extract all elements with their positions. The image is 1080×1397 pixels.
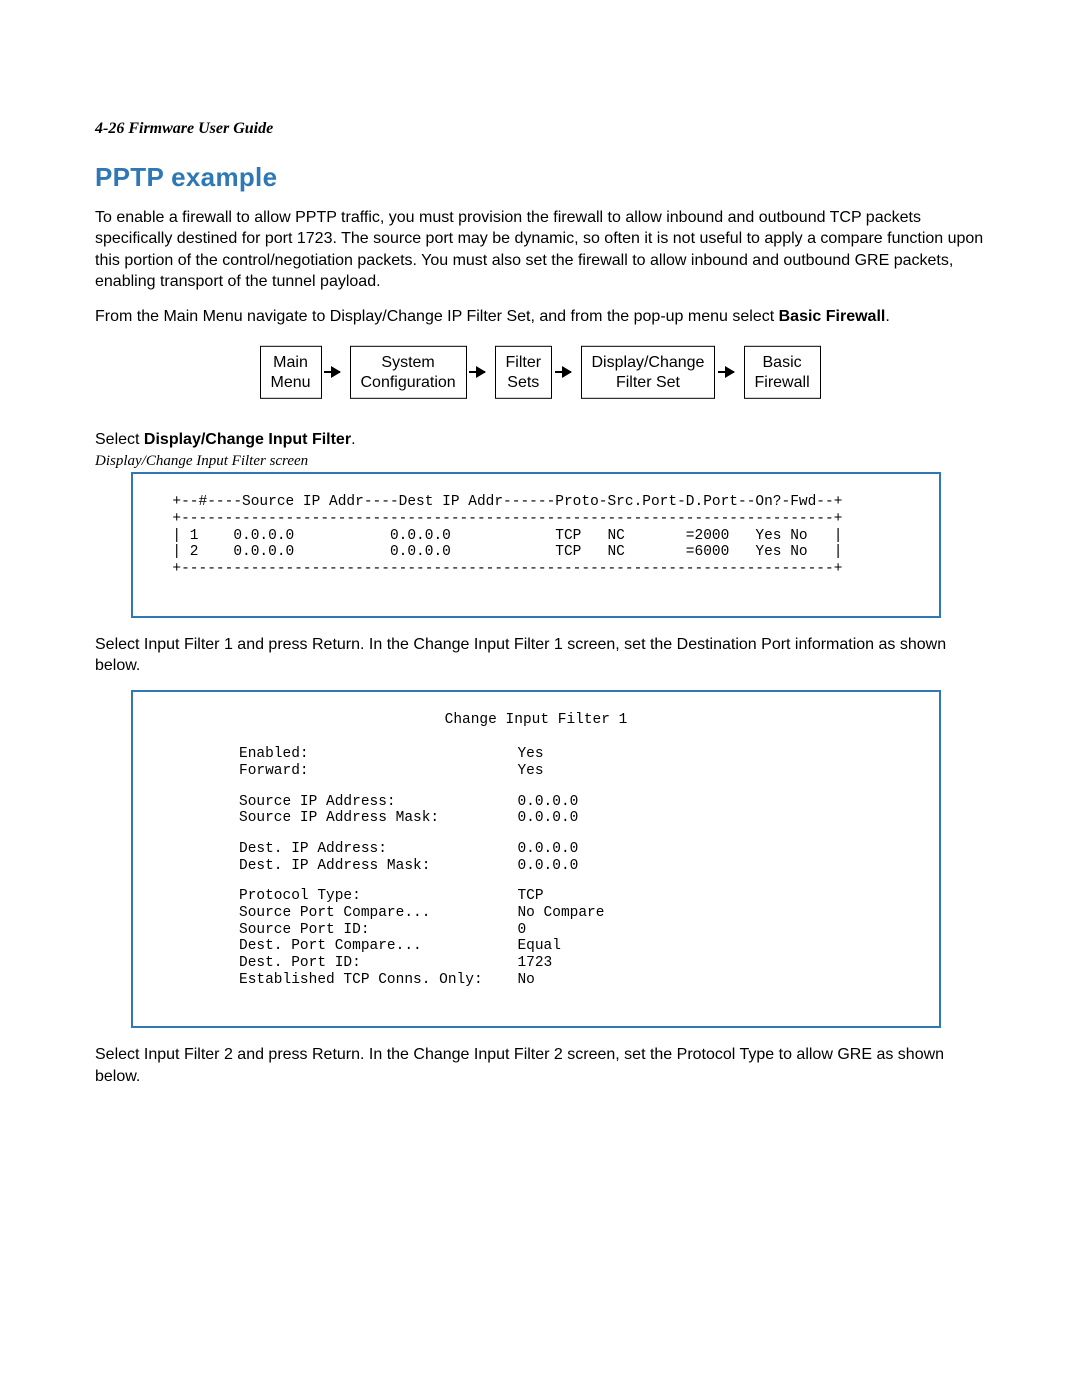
form-row: Forward: Yes <box>239 763 917 780</box>
crumb-system-configuration: System Configuration <box>350 346 467 398</box>
paragraph-3: Select Input Filter 1 and press Return. … <box>95 634 985 677</box>
page-title: PPTP example <box>95 162 985 193</box>
form-row: Dest. Port ID: 1723 <box>239 955 917 972</box>
form-row: Dest. IP Address Mask: 0.0.0.0 <box>239 858 917 875</box>
page-header: 4-26 Firmware User Guide <box>95 120 985 138</box>
form-row: Dest. Port Compare... Equal <box>239 938 917 955</box>
form-row: Source Port ID: 0 <box>239 922 917 939</box>
change-input-filter-panel: Change Input Filter 1 Enabled: YesForwar… <box>131 690 941 1028</box>
paragraph-4: Select Input Filter 2 and press Return. … <box>95 1044 985 1087</box>
form-row: Protocol Type: TCP <box>239 888 917 905</box>
document-page: 4-26 Firmware User Guide PPTP example To… <box>0 0 1080 1397</box>
instr1a: Select <box>95 431 144 448</box>
form-group-source-ip: Source IP Address: 0.0.0.0Source IP Addr… <box>239 794 917 827</box>
form-title: Change Input Filter 1 <box>155 712 917 728</box>
instruction-select-input-filter: Select Display/Change Input Filter. <box>95 431 985 449</box>
crumb-filter-sets: Filter Sets <box>495 346 553 398</box>
form-row: Established TCP Conns. Only: No <box>239 972 917 989</box>
arrow-icon <box>324 371 340 373</box>
arrow-icon <box>718 371 734 373</box>
intro-paragraph-2c: . <box>885 308 889 325</box>
arrow-icon <box>469 371 485 373</box>
intro-paragraph-1: To enable a firewall to allow PPTP traff… <box>95 207 985 292</box>
arrow-icon <box>555 371 571 373</box>
intro-paragraph-2a: From the Main Menu navigate to Display/C… <box>95 308 779 325</box>
figure-caption-1: Display/Change Input Filter screen <box>95 453 985 470</box>
crumb-display-change-filter-set: Display/Change Filter Set <box>581 346 716 398</box>
form-group-enabled-forward: Enabled: YesForward: Yes <box>239 746 917 779</box>
filter-table-ascii: +--#----Source IP Addr----Dest IP Addr--… <box>155 494 917 577</box>
form-row: Source IP Address Mask: 0.0.0.0 <box>239 810 917 827</box>
form-group-dest-ip: Dest. IP Address: 0.0.0.0Dest. IP Addres… <box>239 841 917 874</box>
basic-firewall-bold: Basic Firewall <box>779 308 886 325</box>
intro-paragraph-2: From the Main Menu navigate to Display/C… <box>95 306 985 327</box>
crumb-basic-firewall: Basic Firewall <box>744 346 821 398</box>
display-change-input-filter-bold: Display/Change Input Filter <box>144 431 351 448</box>
filter-table-panel: +--#----Source IP Addr----Dest IP Addr--… <box>131 472 941 617</box>
form-row: Source IP Address: 0.0.0.0 <box>239 794 917 811</box>
form-row: Source Port Compare... No Compare <box>239 905 917 922</box>
form-row: Dest. IP Address: 0.0.0.0 <box>239 841 917 858</box>
form-row: Enabled: Yes <box>239 746 917 763</box>
instr1c: . <box>351 431 355 448</box>
form-group-protocol: Protocol Type: TCPSource Port Compare...… <box>239 888 917 988</box>
crumb-main-menu: Main Menu <box>260 346 322 398</box>
navigation-breadcrumb: Main Menu System Configuration Filter Se… <box>150 343 930 401</box>
